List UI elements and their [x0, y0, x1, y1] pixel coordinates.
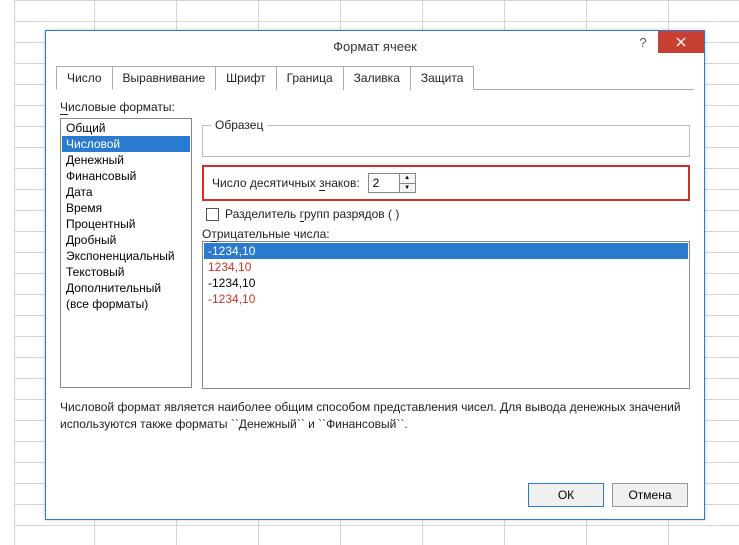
categories-label: Числовые форматы: [60, 100, 690, 114]
decimals-label: Число десятичных знаков: [212, 176, 360, 190]
decimals-spinner: ▲ ▼ [368, 173, 416, 193]
cancel-button[interactable]: Отмена [612, 483, 688, 507]
spin-up-button[interactable]: ▲ [400, 174, 415, 184]
thousands-separator-label: Разделитель групп разрядов ( ) [225, 207, 399, 221]
tab-0[interactable]: Число [56, 66, 113, 90]
format-cells-dialog: Формат ячеек ? ЧислоВыравниваниеШрифтГра… [45, 30, 705, 520]
tab-5[interactable]: Защита [410, 66, 475, 90]
decimals-input[interactable] [369, 174, 399, 192]
category-listbox[interactable]: ОбщийЧисловойДенежныйФинансовыйДатаВремя… [60, 118, 192, 388]
category-item[interactable]: Денежный [62, 152, 190, 168]
tab-3[interactable]: Граница [276, 66, 344, 90]
sample-label: Образец [211, 118, 267, 132]
tab-4[interactable]: Заливка [343, 66, 411, 90]
category-item[interactable]: Дополнительный [62, 280, 190, 296]
right-pane: Образец Число десятичных знаков: ▲ ▼ [202, 118, 690, 389]
thousands-separator-checkbox[interactable] [206, 208, 219, 221]
negative-item[interactable]: -1234,10 [204, 243, 688, 259]
category-item[interactable]: Финансовый [62, 168, 190, 184]
close-icon [676, 37, 686, 47]
negative-item[interactable]: -1234,10 [204, 275, 688, 291]
category-item[interactable]: Процентный [62, 216, 190, 232]
negative-item[interactable]: -1234,10 [204, 291, 688, 307]
category-item[interactable]: Общий [62, 120, 190, 136]
category-item[interactable]: Числовой [62, 136, 190, 152]
close-button[interactable] [658, 31, 704, 53]
tab-2[interactable]: Шрифт [215, 66, 276, 90]
decimals-highlight: Число десятичных знаков: ▲ ▼ [202, 165, 690, 201]
negative-item[interactable]: 1234,10 [204, 259, 688, 275]
help-button[interactable]: ? [628, 31, 658, 53]
dialog-buttons: ОК Отмена [528, 483, 688, 507]
negative-label: Отрицательные числа: [202, 227, 690, 241]
category-item[interactable]: Время [62, 200, 190, 216]
tab-1[interactable]: Выравнивание [112, 66, 217, 90]
category-item[interactable]: Экспоненциальный [62, 248, 190, 264]
tab-strip: ЧислоВыравниваниеШрифтГраницаЗаливкаЗащи… [56, 65, 694, 90]
format-description: Числовой формат является наиболее общим … [60, 399, 690, 433]
titlebar: Формат ячеек ? [46, 31, 704, 61]
spin-down-button[interactable]: ▼ [400, 184, 415, 193]
category-item[interactable]: Дробный [62, 232, 190, 248]
category-item[interactable]: Текстовый [62, 264, 190, 280]
category-item[interactable]: Дата [62, 184, 190, 200]
thousands-separator-row: Разделитель групп разрядов ( ) [206, 207, 690, 221]
negative-numbers-listbox[interactable]: -1234,101234,10-1234,10-1234,10 [202, 241, 690, 389]
dialog-title: Формат ячеек [333, 39, 417, 54]
category-item[interactable]: (все форматы) [62, 296, 190, 312]
dialog-body: Числовые форматы: ОбщийЧисловойДенежныйФ… [46, 90, 704, 447]
sample-group: Образец [202, 118, 690, 157]
ok-button[interactable]: ОК [528, 483, 604, 507]
help-icon: ? [639, 35, 646, 50]
